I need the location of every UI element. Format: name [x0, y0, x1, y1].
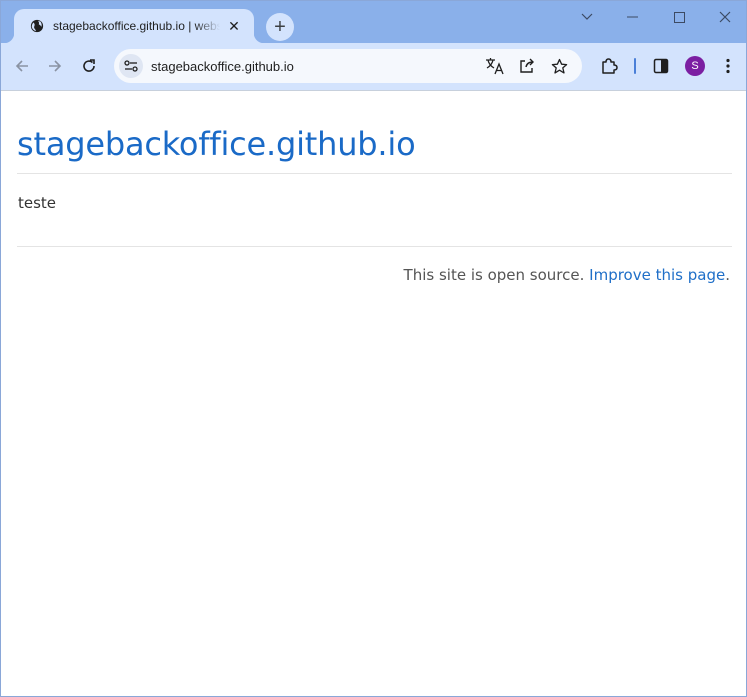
footer-suffix: .	[725, 266, 730, 284]
bookmark-star-icon[interactable]	[544, 51, 574, 81]
browser-window: stagebackoffice.github.io | website ✕ +	[0, 0, 747, 697]
footer: This site is open source. Improve this p…	[404, 266, 730, 284]
back-icon[interactable]	[7, 51, 37, 81]
site-info-icon[interactable]	[119, 54, 143, 78]
globe-icon	[30, 19, 44, 33]
minimize-icon[interactable]	[610, 1, 656, 33]
translate-icon[interactable]	[480, 51, 510, 81]
tab-close-icon[interactable]: ✕	[224, 16, 244, 36]
tab-active[interactable]: stagebackoffice.github.io | website ✕	[4, 9, 264, 43]
extensions-puzzle-icon[interactable]	[594, 51, 624, 81]
footer-text: This site is open source.	[403, 266, 585, 284]
reload-icon[interactable]	[74, 51, 104, 81]
kebab-menu-icon[interactable]	[717, 51, 739, 81]
close-icon[interactable]	[702, 1, 746, 33]
new-tab-button[interactable]: +	[266, 13, 294, 41]
url-text[interactable]: stagebackoffice.github.io	[151, 59, 480, 74]
improve-page-link[interactable]: Improve this page	[589, 266, 725, 284]
page-content: stagebackoffice.github.io teste This sit…	[1, 91, 746, 696]
address-bar[interactable]: stagebackoffice.github.io	[114, 49, 582, 83]
maximize-icon[interactable]	[656, 1, 702, 33]
footer-divider	[17, 246, 732, 247]
page-title[interactable]: stagebackoffice.github.io	[17, 125, 416, 163]
profile-avatar[interactable]: S	[685, 56, 705, 76]
tab-strip: stagebackoffice.github.io | website ✕ +	[1, 1, 746, 43]
tab-title: stagebackoffice.github.io | website	[53, 19, 220, 33]
forward-icon[interactable]	[40, 51, 70, 81]
toolbar-separator	[634, 58, 636, 74]
side-panel-icon[interactable]	[646, 51, 676, 81]
body-text: teste	[18, 194, 57, 212]
share-icon[interactable]	[512, 51, 542, 81]
chevron-down-icon[interactable]	[564, 1, 610, 33]
header-divider	[17, 173, 732, 174]
browser-toolbar: stagebackoffice.github.io S	[1, 43, 746, 91]
